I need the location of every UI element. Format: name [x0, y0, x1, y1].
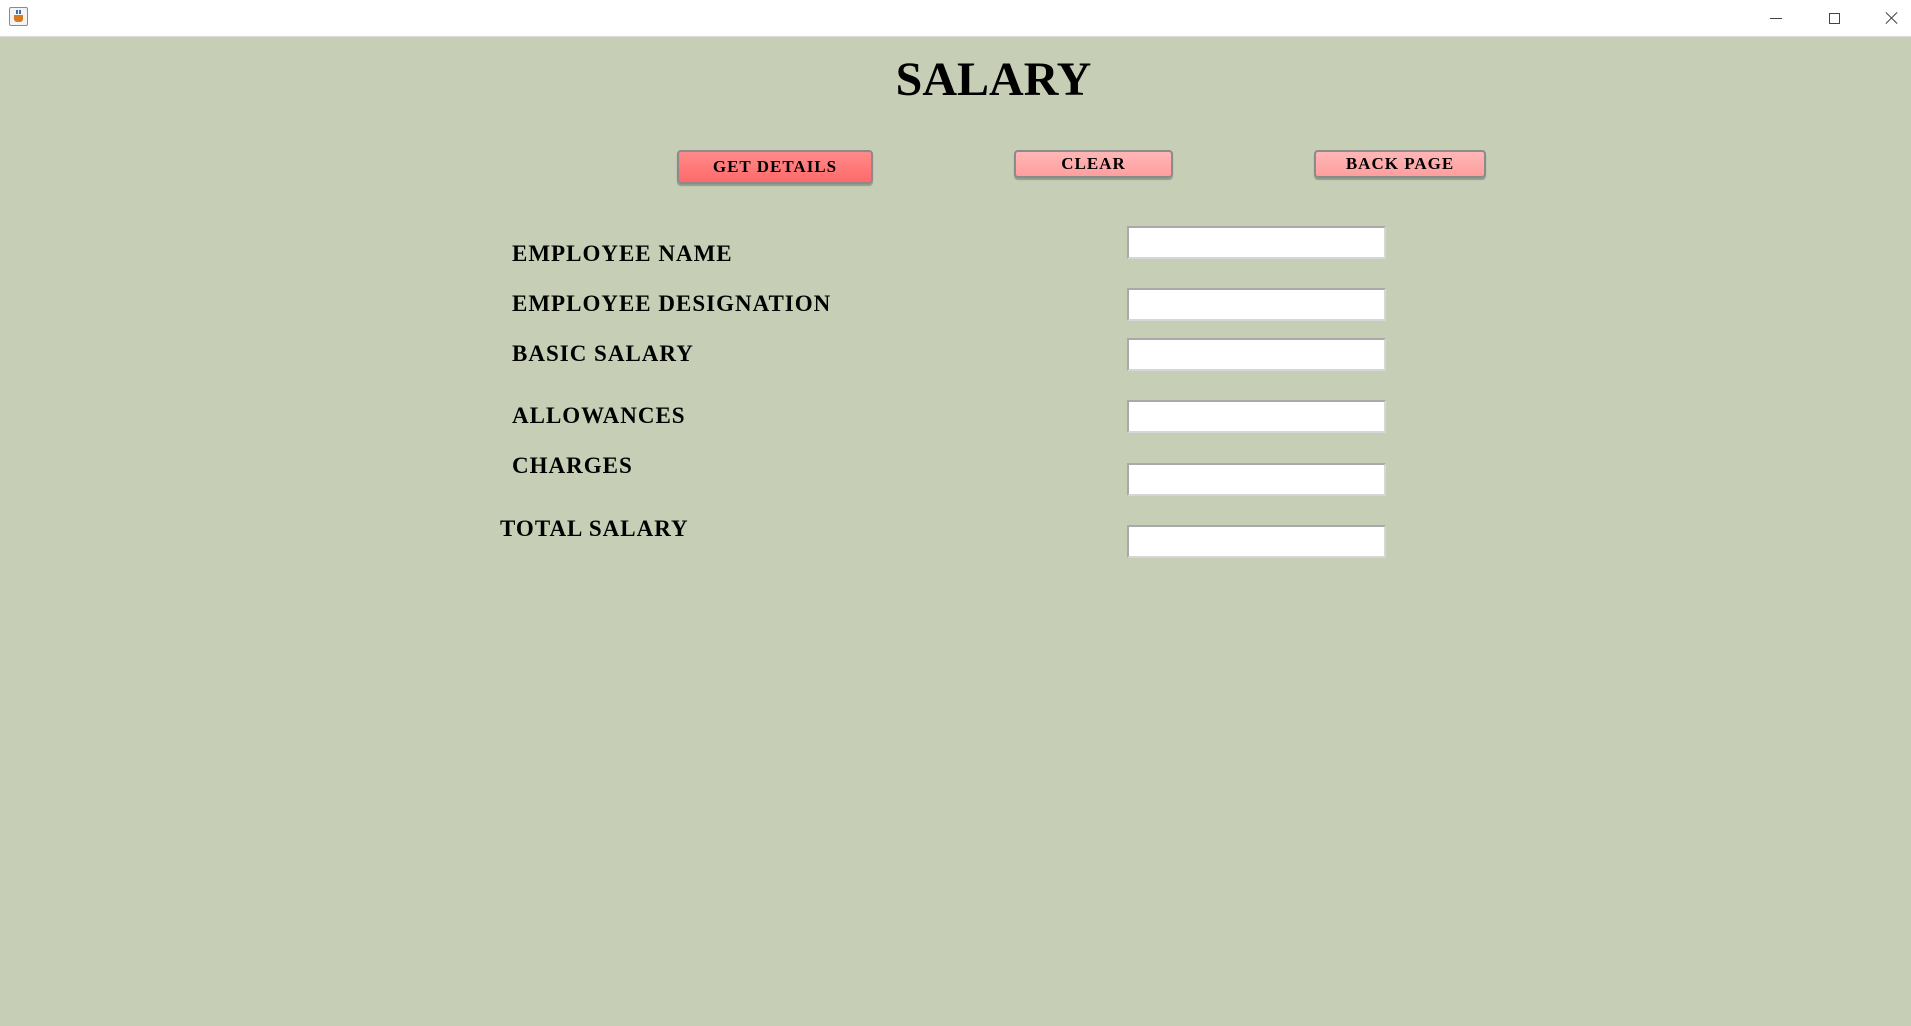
- employee-name-label: EMPLOYEE NAME: [512, 241, 733, 266]
- charges-input[interactable]: [1127, 463, 1386, 496]
- minimize-icon: [1770, 17, 1782, 19]
- employee-name-input[interactable]: [1127, 226, 1386, 259]
- basic-salary-input[interactable]: [1127, 338, 1386, 371]
- java-cup-icon[interactable]: [9, 7, 28, 26]
- minimize-button[interactable]: [1748, 0, 1804, 36]
- back-page-button[interactable]: BACK PAGE: [1314, 150, 1486, 178]
- employee-designation-label: EMPLOYEE DESIGNATION: [512, 291, 832, 316]
- page-title: SALARY: [895, 53, 1092, 106]
- basic-salary-label: BASIC SALARY: [512, 341, 694, 366]
- total-salary-input[interactable]: [1127, 525, 1386, 558]
- total-salary-label: TOTAL SALARY: [500, 516, 689, 541]
- close-button[interactable]: [1864, 0, 1911, 36]
- maximize-icon: [1828, 12, 1840, 24]
- maximize-button[interactable]: [1806, 0, 1862, 36]
- allowances-input[interactable]: [1127, 400, 1386, 433]
- salary-window: SALARY GET DETAILS CLEAR BACK PAGE EMPLO…: [0, 0, 1911, 1026]
- clear-button[interactable]: CLEAR: [1014, 150, 1173, 178]
- get-details-button[interactable]: GET DETAILS: [677, 150, 873, 184]
- employee-designation-input[interactable]: [1127, 288, 1386, 321]
- title-bar: [0, 0, 1911, 37]
- close-icon: [1885, 11, 1899, 25]
- allowances-label: ALLOWANCES: [512, 403, 686, 428]
- charges-label: CHARGES: [512, 453, 633, 478]
